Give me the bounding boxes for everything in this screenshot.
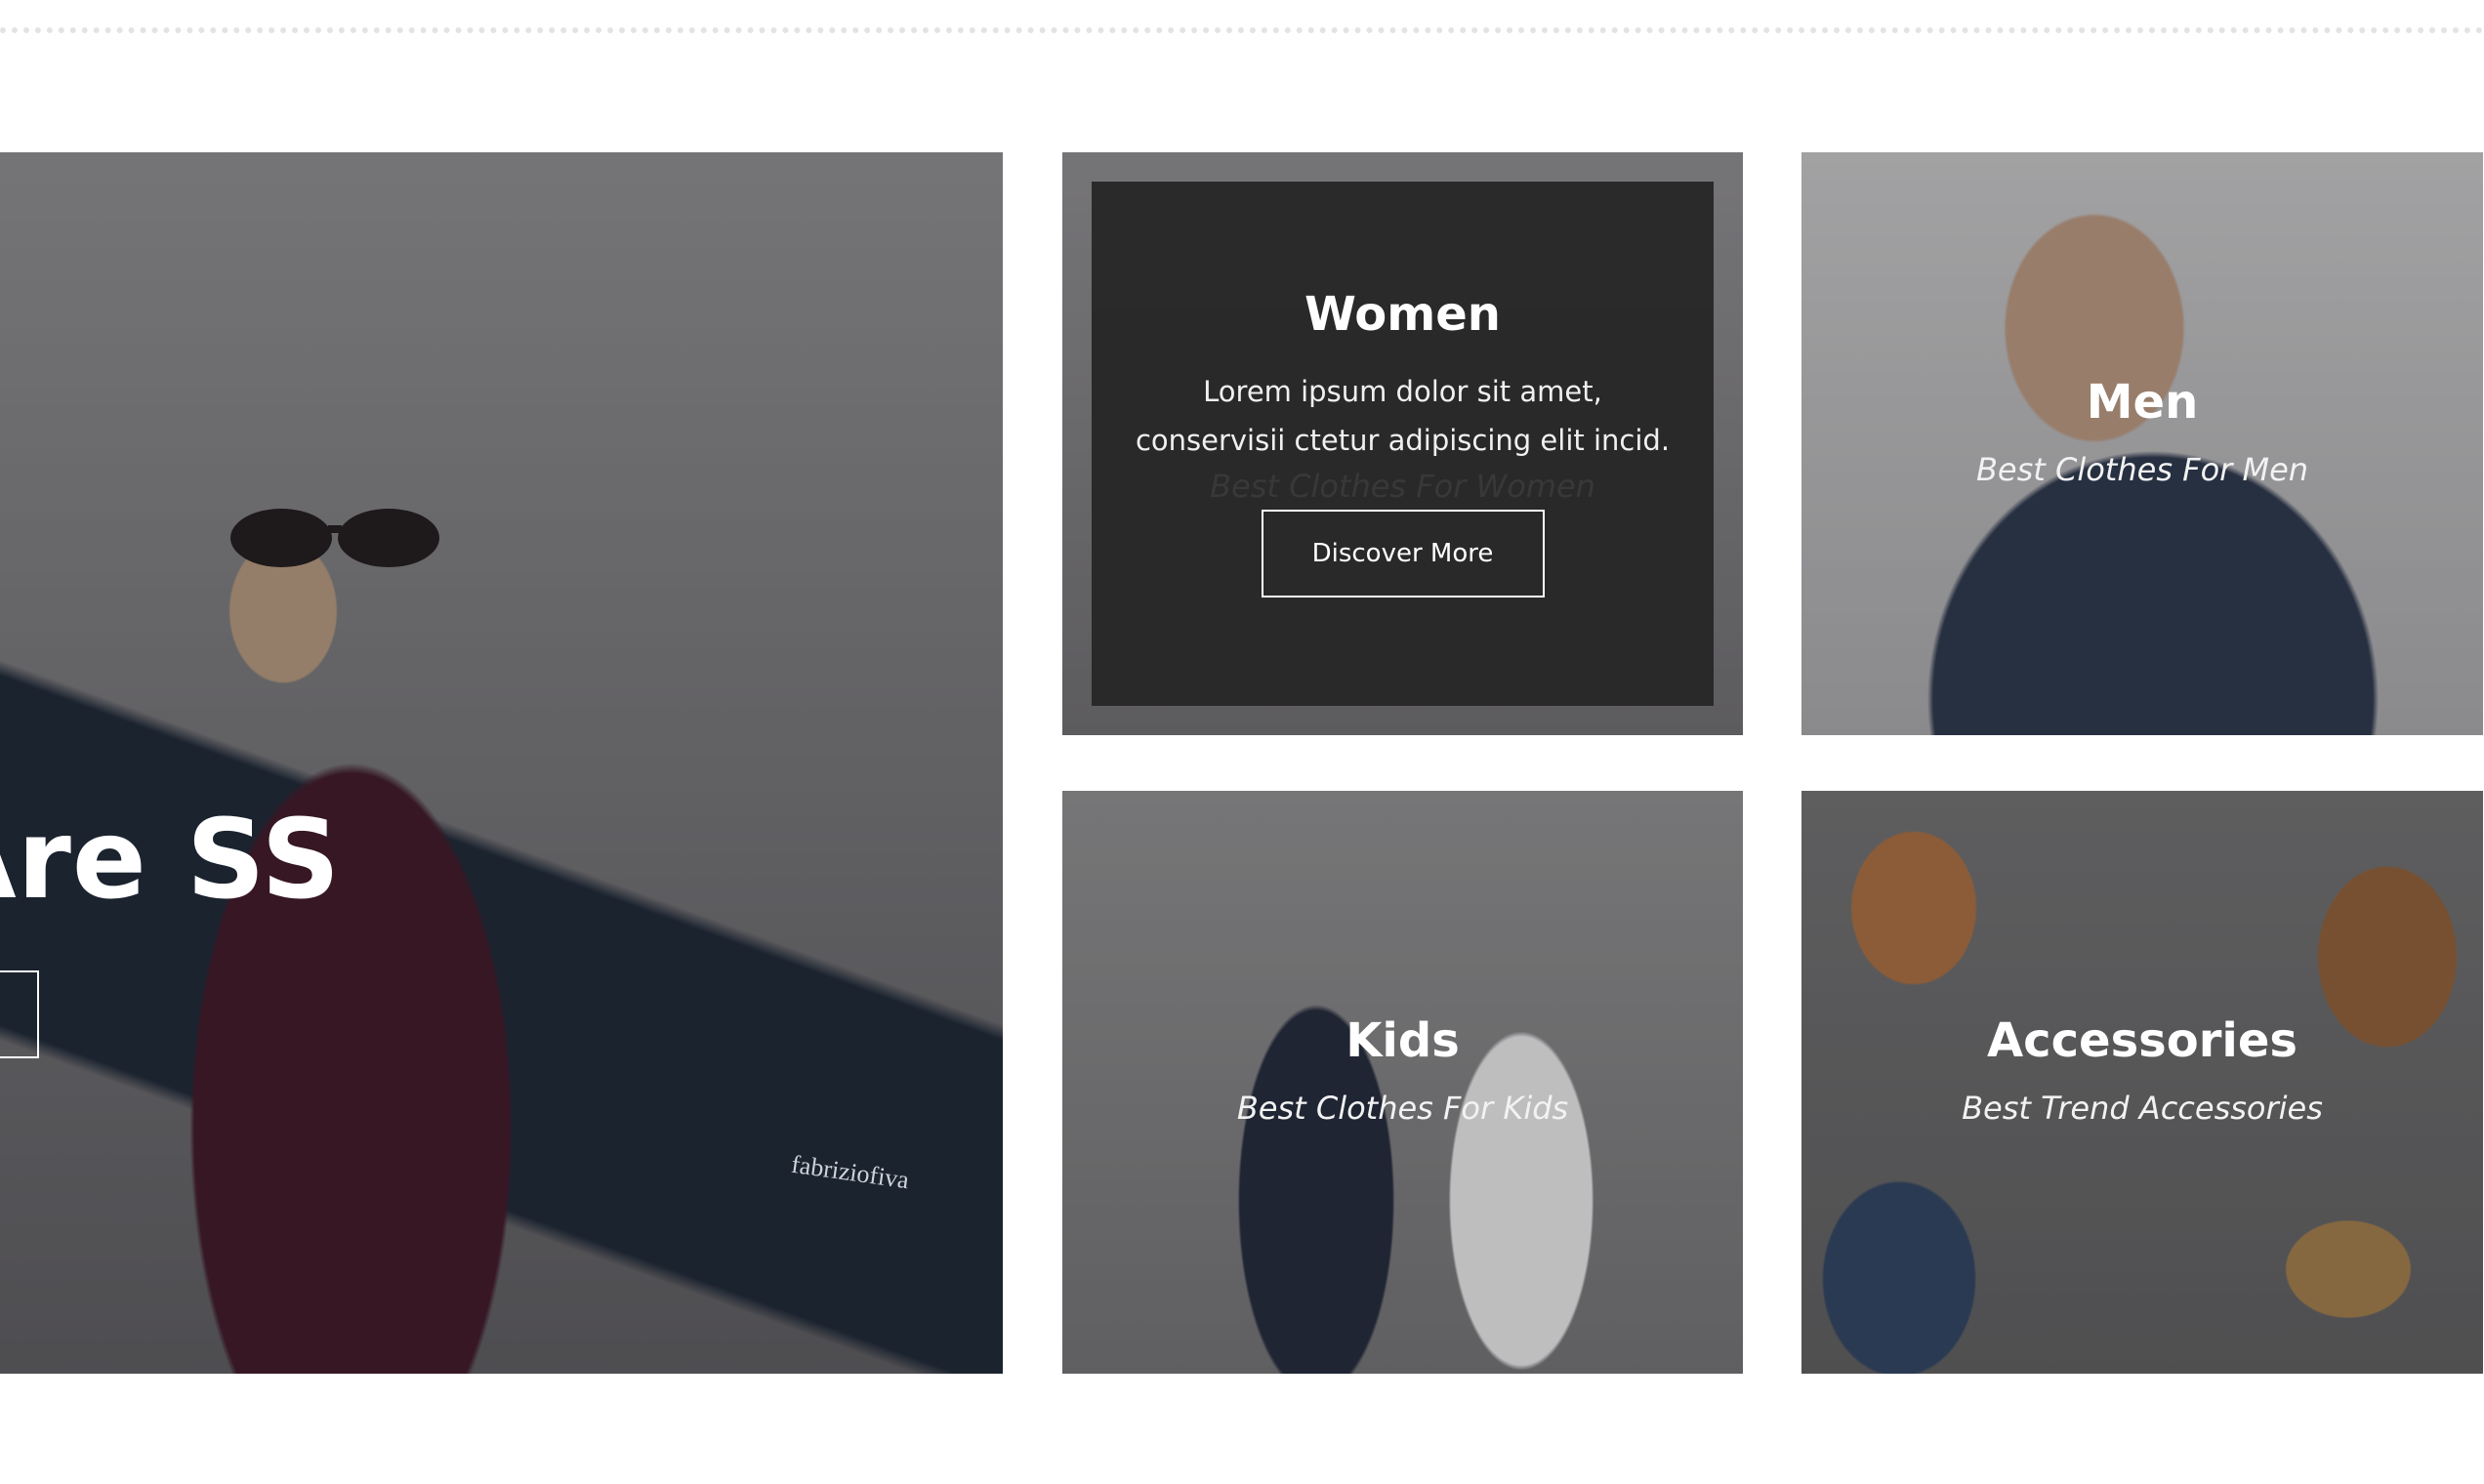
category-tile-women[interactable]: Best Clothes For Women Women Lorem ipsum…	[1062, 152, 1743, 735]
category-tile-accessories[interactable]: Accessories Best Trend Accessories	[1801, 791, 2483, 1374]
men-subtitle: Best Clothes For Men	[1975, 451, 2309, 488]
hero-shop-button[interactable]	[0, 970, 39, 1058]
accessories-caption: Accessories Best Trend Accessories	[1801, 1013, 2483, 1127]
kids-subtitle: Best Clothes For Kids	[1236, 1090, 1569, 1127]
women-title: Women	[1304, 287, 1501, 342]
accessories-subtitle: Best Trend Accessories	[1962, 1090, 2323, 1127]
hero-banner[interactable]: fabriziofiva Are SS	[0, 152, 1003, 1374]
men-title: Men	[2086, 375, 2199, 430]
women-description: Lorem ipsum dolor sit amet, conservisii …	[1135, 375, 1671, 457]
category-tile-men[interactable]: Men Best Clothes For Men	[1801, 152, 2483, 735]
kids-caption: Kids Best Clothes For Kids	[1062, 1013, 1743, 1127]
discover-more-button[interactable]: Discover More	[1261, 510, 1545, 598]
hero-title: Are SS	[0, 797, 342, 924]
accessories-title: Accessories	[1987, 1013, 2298, 1068]
hero-overlay	[0, 152, 1003, 1374]
women-subtitle: Best Clothes For Women	[1210, 468, 1595, 505]
men-caption: Men Best Clothes For Men	[1801, 375, 2483, 488]
kids-title: Kids	[1346, 1013, 1460, 1068]
top-dotted-divider	[0, 27, 2484, 33]
women-hover-panel: Best Clothes For Women Women Lorem ipsum…	[1092, 182, 1714, 706]
category-tile-kids[interactable]: Kids Best Clothes For Kids	[1062, 791, 1743, 1374]
